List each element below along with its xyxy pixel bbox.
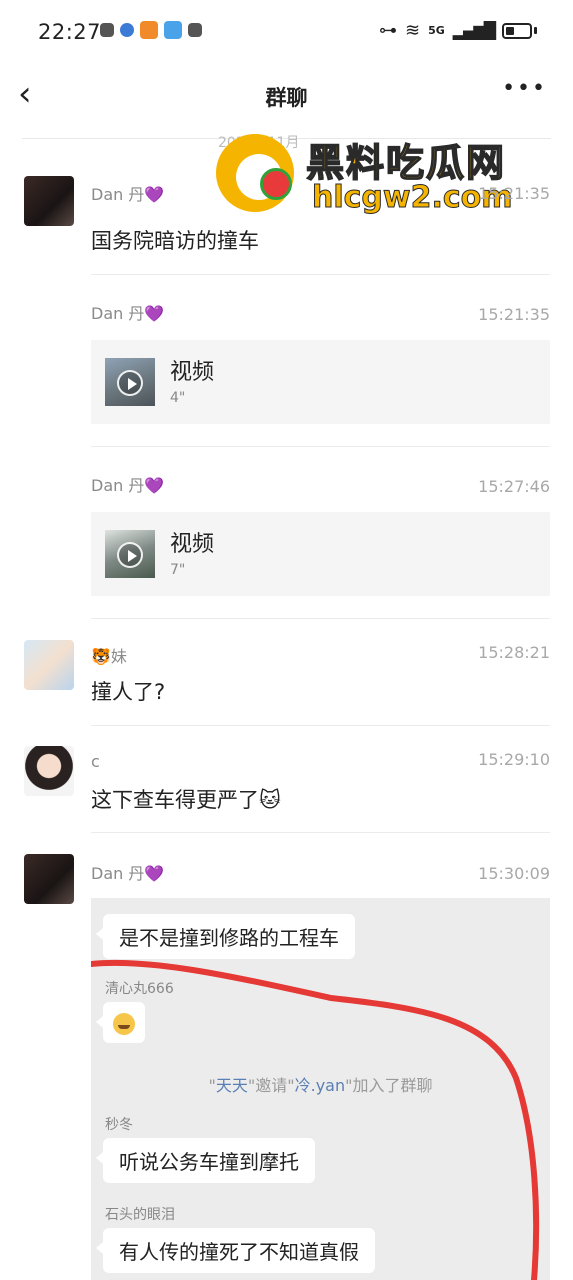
chat-header: ‹ 群聊 ••• [0,66,573,126]
more-options-icon[interactable]: ••• [502,76,547,101]
play-icon [117,542,143,568]
red-annotation-circle [91,959,540,1280]
battery-tip [534,27,537,34]
sender-name: Dan 丹💜 [91,476,165,495]
app-icon [140,21,158,39]
system-status: ⊶ ≋ 5G ▂▄▆█ [379,20,537,41]
network-label: 5G [428,24,445,37]
sender-name: c [91,752,100,771]
message-divider [91,274,550,275]
watermark-title: 黑料吃瓜网 [305,140,507,186]
video-message[interactable]: 视频 7" [91,512,550,596]
battery-icon [502,22,532,39]
video-message[interactable]: 视频 4" [91,340,550,424]
cat-icon [100,23,114,37]
message-text: 撞人了? [91,680,166,704]
sender-name: Dan 丹💜 [91,185,165,204]
message-divider [91,618,550,619]
message-divider [91,446,550,447]
sender-name: 🐯妹 [91,647,127,666]
message-divider [91,725,550,726]
message-time: 15:21:35 [478,184,550,203]
status-bar: 22:27 ⊶ ≋ 5G ▂▄▆█ [0,0,573,66]
video-duration: 4" [170,390,186,406]
message-time: 15:27:46 [478,477,550,496]
message-divider [91,832,550,833]
app-icon [164,21,182,39]
image-message[interactable]: 是不是撞到修路的工程车 清心丸666 "天天"邀请"冷.yan"加入了群聊 秒冬… [91,898,550,1280]
key-icon: ⊶ [379,20,397,41]
video-label: 视频 [170,360,215,385]
app-icon [120,23,134,37]
avatar[interactable] [24,640,74,690]
watermark-logo: 黑料吃瓜网 hlcgw2.com [212,130,552,220]
notification-icons [100,21,202,39]
message-time: 15:28:21 [478,643,550,662]
signal-icon: ▂▄▆█ [452,21,496,40]
cat-icon [188,23,202,37]
video-label: 视频 [170,532,215,557]
sender-name: Dan 丹💜 [91,304,165,323]
play-icon [117,370,143,396]
message-time: 15:21:35 [478,305,550,324]
status-time: 22:27 [38,20,102,44]
watermelon-icon [260,168,292,200]
logo-icon [216,134,294,212]
wifi-icon: ≋ [405,20,421,41]
video-thumbnail [105,358,155,406]
message-time: 15:29:10 [478,750,550,769]
avatar[interactable] [24,854,74,904]
video-duration: 7" [170,562,186,578]
avatar[interactable] [24,176,74,226]
message-text: 国务院暗访的撞车 [91,229,259,253]
message-time: 15:30:09 [478,864,550,883]
page-title: 群聊 [265,86,308,110]
avatar[interactable] [24,746,74,796]
sender-name: Dan 丹💜 [91,864,165,883]
video-thumbnail [105,530,155,578]
message-text: 这下查车得更严了🐱 [91,788,281,812]
